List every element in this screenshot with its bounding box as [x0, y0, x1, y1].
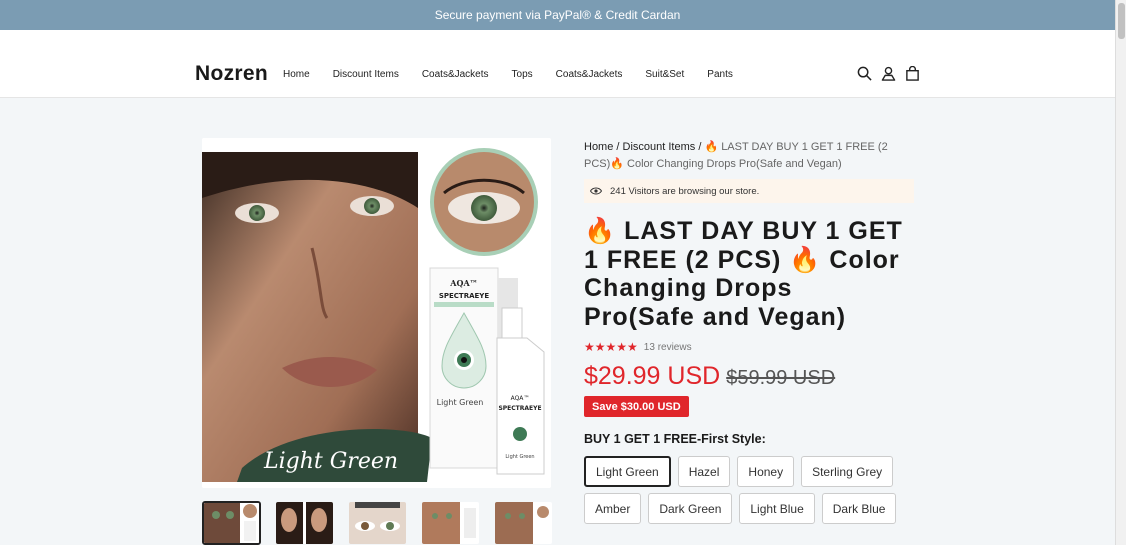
site-logo[interactable]: Nozren [195, 62, 268, 86]
scrollbar-thumb[interactable] [1118, 3, 1125, 39]
thumbnail-2[interactable] [275, 501, 334, 545]
main-nav: Home Discount Items Coats&Jackets Tops C… [283, 69, 756, 80]
star-rating: ★★★★★ [584, 340, 638, 354]
image-script-text: Light Green [263, 449, 398, 474]
visitors-text: 241 Visitors are browsing our store. [610, 185, 760, 197]
breadcrumb: Home / Discount Items / 🔥 LAST DAY BUY 1… [584, 141, 888, 170]
search-icon[interactable] [857, 66, 872, 81]
thumbnail-1[interactable] [202, 501, 261, 545]
option-dark-blue[interactable]: Dark Blue [821, 493, 897, 524]
svg-text:SPECTRAEYE: SPECTRAEYE [439, 292, 490, 300]
thumbnail-5[interactable] [494, 501, 553, 545]
nav-suit-set[interactable]: Suit&Set [645, 69, 684, 80]
svg-text:SPECTRAEYE: SPECTRAEYE [498, 405, 541, 412]
nav-home[interactable]: Home [283, 69, 310, 80]
account-icon[interactable] [881, 66, 896, 81]
review-count[interactable]: 13 reviews [644, 342, 692, 353]
header-icons [857, 66, 920, 81]
svg-text:AQA™: AQA™ [511, 395, 530, 402]
thumbnail-3[interactable] [348, 501, 407, 545]
nav-coats-jackets[interactable]: Coats&Jackets [422, 69, 489, 80]
svg-text:Light Green: Light Green [505, 454, 534, 460]
sale-price: $29.99 USD [584, 362, 721, 390]
visitors-notice: 241 Visitors are browsing our store. [584, 179, 914, 203]
eye-icon [590, 187, 602, 195]
option-dark-green[interactable]: Dark Green [648, 493, 733, 524]
nav-pants[interactable]: Pants [707, 69, 733, 80]
svg-text:AQA™: AQA™ [449, 278, 477, 288]
page-scrollbar[interactable] [1115, 0, 1126, 545]
option-sterling-grey[interactable]: Sterling Grey [801, 456, 894, 487]
option-amber[interactable]: Amber [584, 493, 642, 524]
product-title: 🔥 LAST DAY BUY 1 GET 1 FREE (2 PCS) 🔥 Co… [584, 217, 903, 331]
breadcrumb-category[interactable]: Discount Items [623, 141, 696, 153]
option-hazel[interactable]: Hazel [677, 456, 731, 487]
option-honey[interactable]: Honey [737, 456, 795, 487]
save-badge: Save $30.00 USD [584, 396, 689, 417]
thumbnail-4[interactable] [421, 501, 480, 545]
cart-icon[interactable] [905, 66, 920, 81]
nav-discount-items[interactable]: Discount Items [333, 69, 399, 80]
product-rating[interactable]: ★★★★★ 13 reviews [584, 340, 692, 354]
nav-tops[interactable]: Tops [512, 69, 533, 80]
nav-coats-jackets-2[interactable]: Coats&Jackets [556, 69, 623, 80]
option-label: BUY 1 GET 1 FREE-First Style: [584, 432, 766, 446]
option-light-green[interactable]: Light Green [584, 456, 671, 487]
compare-price: $59.99 USD [726, 367, 836, 389]
style-options: Light Green Hazel Honey Sterling Grey Am… [584, 456, 924, 524]
svg-text:Light Green: Light Green [437, 398, 484, 407]
price-block: $29.99 USD $59.99 USD [584, 362, 835, 391]
breadcrumb-home[interactable]: Home [584, 141, 613, 153]
thumbnail-strip [202, 501, 553, 545]
main-product-image[interactable]: Light Green AQA™ SPECTRAEYE Light Green … [202, 138, 551, 488]
announcement-bar: Secure payment via PayPal® & Credit Card… [0, 0, 1115, 30]
site-header: Nozren Home Discount Items Coats&Jackets… [0, 30, 1115, 98]
option-light-blue[interactable]: Light Blue [739, 493, 815, 524]
